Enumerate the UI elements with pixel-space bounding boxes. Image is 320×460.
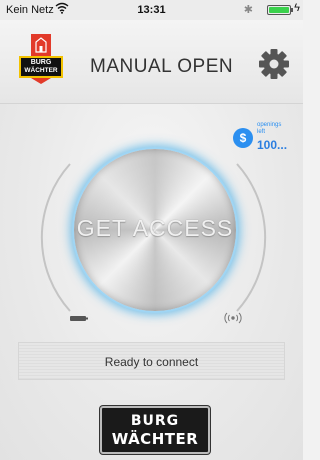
- signal-icon: [224, 312, 242, 324]
- get-access-label: GET ACCESS: [76, 215, 234, 241]
- charging-icon: ϟ: [294, 2, 300, 14]
- logo-text-burg: BURG: [30, 59, 52, 66]
- footer-logo-line2: WÄCHTER: [111, 430, 199, 448]
- get-access-button[interactable]: GET ACCESS: [74, 149, 236, 311]
- bluetooth-icon: ✱: [243, 4, 253, 16]
- clock: 13:31: [137, 4, 166, 16]
- header: BURG WÄCHTER MANUAL OPEN: [0, 20, 303, 104]
- settings-gear-icon[interactable]: [257, 47, 291, 81]
- page-title: MANUAL OPEN: [90, 56, 234, 77]
- logo-text-waechter: WÄCHTER: [24, 67, 58, 74]
- status-bar: Kein Netz 13:31 ✱ ϟ: [0, 0, 303, 20]
- burg-waechter-footer-logo: BURG WÄCHTER: [100, 406, 210, 454]
- battery-low-icon: [70, 316, 86, 321]
- status-panel: Ready to connect: [18, 342, 285, 380]
- main-area: $ openings left 100... GET ACCESS Ready …: [0, 104, 303, 460]
- footer-logo-line1: BURG: [130, 413, 180, 429]
- connection-status-text: Ready to connect: [104, 355, 199, 369]
- battery-icon: [267, 5, 293, 15]
- burg-waechter-logo: BURG WÄCHTER: [19, 34, 63, 84]
